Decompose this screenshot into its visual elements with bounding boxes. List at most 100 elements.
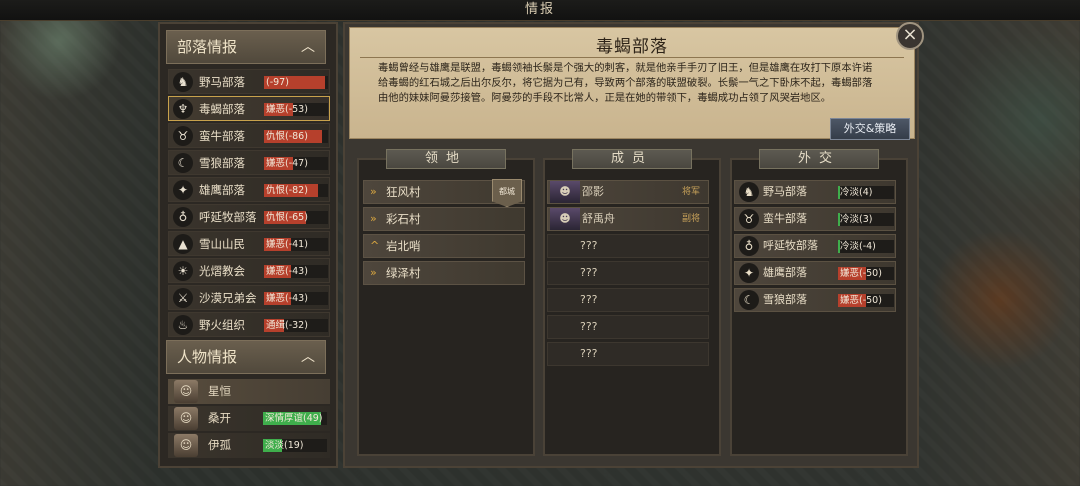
relation-text: 嫌恶(-43) <box>266 266 308 277</box>
diplomacy-strategy-button[interactable]: 外交&策略 <box>830 118 910 140</box>
faction-description: 毒蝎曾经与雄鹰是联盟，毒蝎领袖长鬃是个强大的刺客，就是他亲手手刃了旧王，但是雄鹰… <box>378 62 873 105</box>
diplomacy-row[interactable]: ♞ 野马部落 冷淡(4) <box>734 180 896 204</box>
faction-name: 沙漠兄弟会 <box>199 291 257 305</box>
relation-text: 嫌恶(-43) <box>266 293 308 304</box>
wolf-icon: ☾ <box>173 153 193 173</box>
diplomacy-row[interactable]: ♁ 呼延牧部落 冷淡(-4) <box>734 234 896 258</box>
factions-section-header[interactable]: 部落情报 ︿ <box>166 30 326 64</box>
close-icon[interactable]: × <box>896 22 924 50</box>
territory-row[interactable]: » 绿泽村 <box>363 261 525 285</box>
member-row[interactable]: ??? <box>547 261 709 285</box>
member-row[interactable]: ??? <box>547 288 709 312</box>
flame-icon: ♨ <box>173 315 193 335</box>
diplomacy-row[interactable]: ♉ 蛮牛部落 冷淡(3) <box>734 207 896 231</box>
character-row[interactable]: ☺ 星恒 <box>168 379 330 404</box>
faction-name: 毒蝎部落 <box>199 102 245 116</box>
faction-name: 光熠教会 <box>199 264 245 278</box>
relation-text: 冷淡(3) <box>840 214 873 225</box>
avatar: ☺ <box>174 380 198 403</box>
territory-header: 领地 <box>386 149 506 169</box>
faction-row[interactable]: ☾ 雪狼部落 嫌恶(-47) <box>168 150 330 175</box>
territory-row[interactable]: » 狂风村 都城 <box>363 179 525 207</box>
relation-badge: (-97) <box>264 76 328 89</box>
character-name: 伊孤 <box>208 438 231 452</box>
relation-badge: 深情厚谊(49) <box>263 412 327 425</box>
relation-text: 冷淡(-4) <box>840 241 876 252</box>
diplomacy-faction-name: 蛮牛部落 <box>763 212 807 225</box>
member-row[interactable]: ??? <box>547 342 709 366</box>
diplomacy-header: 外交 <box>759 149 879 169</box>
territory-row[interactable]: » 彩石村 <box>363 207 525 231</box>
characters-header-label: 人物情报 <box>177 348 238 366</box>
unknown-member: ??? <box>580 239 598 252</box>
relation-badge: 嫌恶(-43) <box>264 265 328 278</box>
relation-text: 通缉(-32) <box>266 320 308 331</box>
members-header: 成员 <box>572 149 692 169</box>
territory-name: 绿泽村 <box>386 266 421 280</box>
relation-badge: 淡淡(19) <box>263 439 327 452</box>
eagle-icon: ✦ <box>739 263 759 283</box>
member-row[interactable]: ??? <box>547 315 709 339</box>
relation-text: 冷淡(4) <box>840 187 873 198</box>
faction-row[interactable]: ♉ 蛮牛部落 仇恨(-86) <box>168 123 330 148</box>
relation-badge: 嫌恶(-41) <box>264 238 328 251</box>
member-row[interactable]: ☻ 邵影 将军 <box>547 180 709 204</box>
unknown-member: ??? <box>580 266 598 279</box>
relation-badge: 仇恨(-65) <box>264 211 328 224</box>
diplomacy-faction-name: 野马部落 <box>763 185 807 198</box>
relation-badge: 仇恨(-86) <box>264 130 328 143</box>
relation-badge: 冷淡(3) <box>838 213 894 226</box>
horse-icon: ♞ <box>173 72 193 92</box>
member-role: 将军 <box>681 187 700 197</box>
territory-row[interactable]: ^ 岩北哨 <box>363 234 525 258</box>
faction-name: 野马部落 <box>199 75 245 89</box>
member-row[interactable]: ☻ 舒禹舟 副将 <box>547 207 709 231</box>
faction-row[interactable]: ♁ 呼延牧部落 仇恨(-65) <box>168 204 330 229</box>
faction-name: 呼延牧部落 <box>199 210 257 224</box>
territory-column: 领地 » 狂风村 都城 » 彩石村 ^ 岩北哨 » 绿泽村 <box>357 149 535 456</box>
relation-badge: 冷淡(-4) <box>838 240 894 253</box>
faction-title: 毒蝎部落 <box>596 37 668 57</box>
chevron-up-icon[interactable]: ︿ <box>301 341 315 373</box>
bull-icon: ♉ <box>173 126 193 146</box>
relation-text: 嫌恶(-50) <box>840 268 882 279</box>
character-row[interactable]: ☺ 桑开 深情厚谊(49) <box>168 406 330 431</box>
faction-row[interactable]: ▲ 雪山山民 嫌恶(-41) <box>168 231 330 256</box>
rank-chevron-icon: » <box>370 185 377 198</box>
character-name: 星恒 <box>208 384 231 398</box>
faction-name: 雄鹰部落 <box>199 183 245 197</box>
bull-icon: ♉ <box>739 209 759 229</box>
relation-text: 嫌恶(-50) <box>840 295 882 306</box>
diplomacy-column: 外交 ♞ 野马部落 冷淡(4) ♉ 蛮牛部落 冷淡(3) ♁ 呼延牧部落 冷淡(-4) ✦ 雄鹰部落… <box>730 149 908 456</box>
rank-chevron-icon: » <box>370 266 377 279</box>
faction-name: 雪山山民 <box>199 237 245 251</box>
title-divider <box>360 57 904 58</box>
faction-row[interactable]: ☀ 光熠教会 嫌恶(-43) <box>168 258 330 283</box>
unknown-member: ??? <box>580 320 598 333</box>
totem-icon: ♁ <box>173 207 193 227</box>
capital-badge: 都城 <box>492 179 522 207</box>
faction-row[interactable]: ♨ 野火组织 通缉(-32) <box>168 312 330 337</box>
faction-name: 蛮牛部落 <box>199 129 245 143</box>
character-list: ☺ 星恒 ☺ 桑开 深情厚谊(49) ☺ 伊孤 淡淡(19) <box>168 379 330 460</box>
diplomacy-row[interactable]: ✦ 雄鹰部落 嫌恶(-50) <box>734 261 896 285</box>
faction-row[interactable]: ✦ 雄鹰部落 仇恨(-82) <box>168 177 330 202</box>
totem-icon: ♁ <box>739 236 759 256</box>
character-name: 桑开 <box>208 411 231 425</box>
faction-row[interactable]: ♆ 毒蝎部落 嫌恶(-53) <box>168 96 330 121</box>
avatar: ☺ <box>174 434 198 457</box>
rank-chevron-icon: » <box>370 212 377 225</box>
character-row[interactable]: ☺ 伊孤 淡淡(19) <box>168 433 330 458</box>
relation-text: (-97) <box>266 77 289 88</box>
rank-chevron-icon: ^ <box>370 239 380 252</box>
characters-section-header[interactable]: 人物情报 ︿ <box>166 340 326 374</box>
chevron-up-icon[interactable]: ︿ <box>301 31 315 63</box>
member-row[interactable]: ??? <box>547 234 709 258</box>
faction-row[interactable]: ⚔ 沙漠兄弟会 嫌恶(-43) <box>168 285 330 310</box>
diplomacy-row[interactable]: ☾ 雪狼部落 嫌恶(-50) <box>734 288 896 312</box>
eagle-icon: ✦ <box>173 180 193 200</box>
faction-row[interactable]: ♞ 野马部落 (-97) <box>168 69 330 94</box>
wolf-icon: ☾ <box>739 290 759 310</box>
left-panel: 部落情报 ︿ ♞ 野马部落 (-97) ♆ 毒蝎部落 嫌恶(-53) ♉ 蛮牛部落 仇恨(-86… <box>158 22 338 468</box>
unknown-member: ??? <box>580 293 598 306</box>
